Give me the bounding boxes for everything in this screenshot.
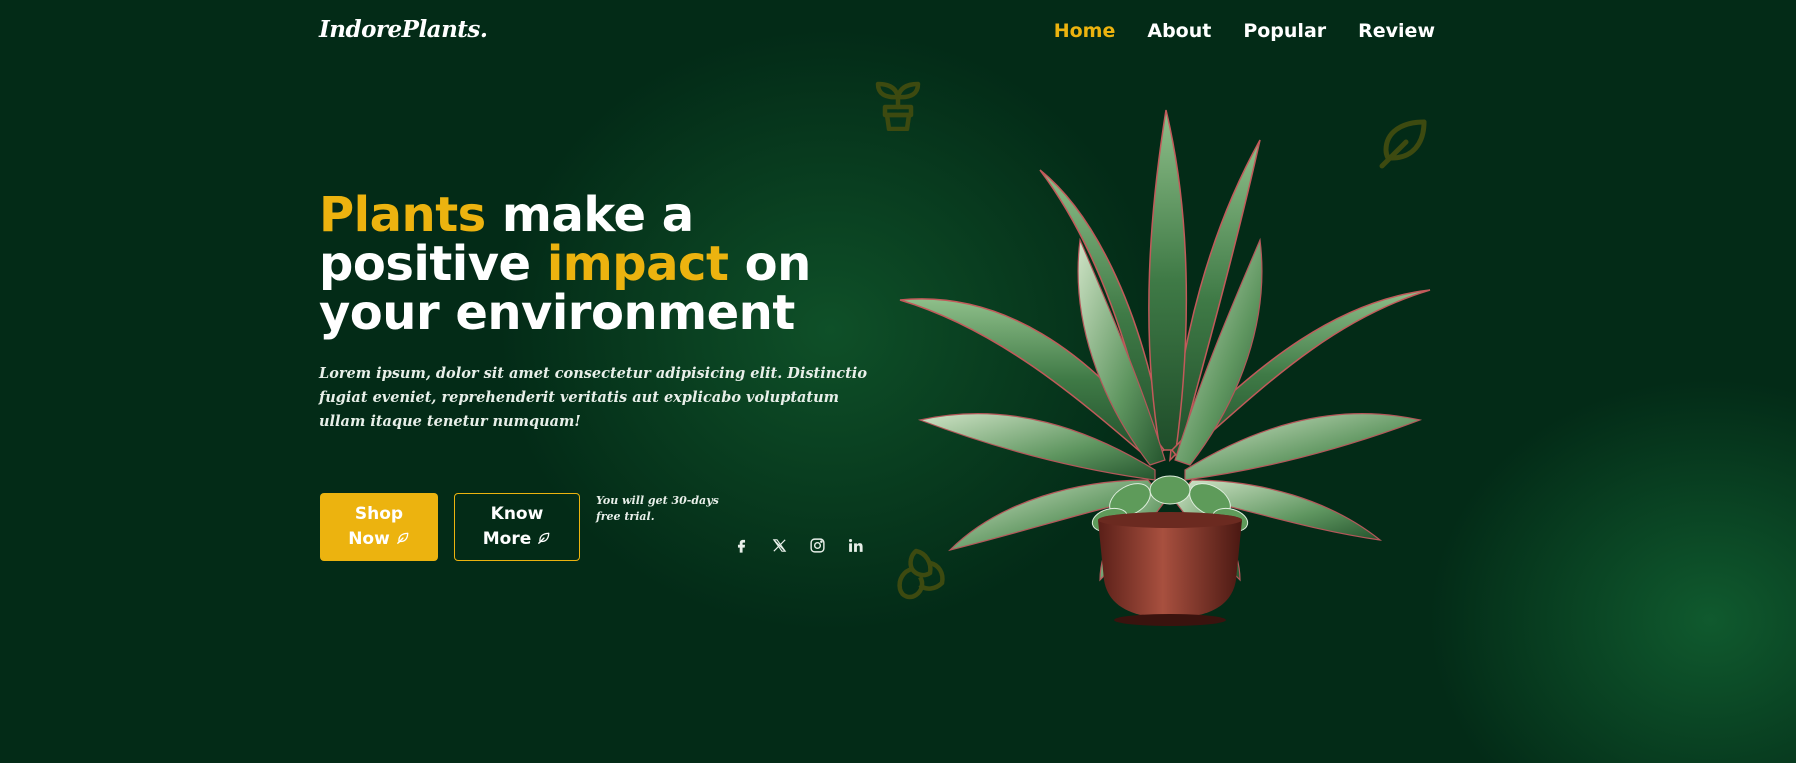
x-icon[interactable] <box>771 537 788 554</box>
facebook-icon[interactable] <box>733 537 750 554</box>
headline-text: positive <box>319 236 547 292</box>
hero-description: Lorem ipsum, dolor sit amet consectetur … <box>319 365 867 430</box>
headline-text: your environment <box>319 285 795 341</box>
nav-about[interactable]: About <box>1147 20 1211 42</box>
linkedin-icon[interactable] <box>847 537 864 554</box>
know-more-label-line1: Know <box>490 504 544 524</box>
instagram-icon[interactable] <box>809 537 826 554</box>
hero-headline: Plants make a positive impact on your envi… <box>319 191 879 338</box>
know-more-label-line2: More <box>482 529 532 549</box>
headline-highlight-plants: Plants <box>319 187 486 243</box>
headline-text: on <box>728 236 812 292</box>
nav-review[interactable]: Review <box>1358 20 1435 42</box>
main-nav: Home About Popular Review <box>1054 20 1435 42</box>
leaf-icon <box>538 532 550 544</box>
logo[interactable]: IndorePlants. <box>319 16 488 43</box>
trial-note: You will get 30-days free trial. <box>596 494 719 523</box>
headline-text: make a <box>485 187 694 243</box>
leaf-icon <box>396 532 409 544</box>
know-more-button[interactable]: Know More <box>454 493 580 561</box>
shop-now-label-line2: Now <box>348 529 390 549</box>
shop-now-label-line1: Shop <box>354 504 404 524</box>
shop-now-button[interactable]: Shop Now <box>320 493 438 561</box>
social-links <box>733 537 864 554</box>
nav-popular[interactable]: Popular <box>1243 20 1326 42</box>
nav-home[interactable]: Home <box>1054 20 1116 42</box>
headline-highlight-impact: impact <box>546 236 729 292</box>
potted-plant-image <box>899 109 1431 626</box>
